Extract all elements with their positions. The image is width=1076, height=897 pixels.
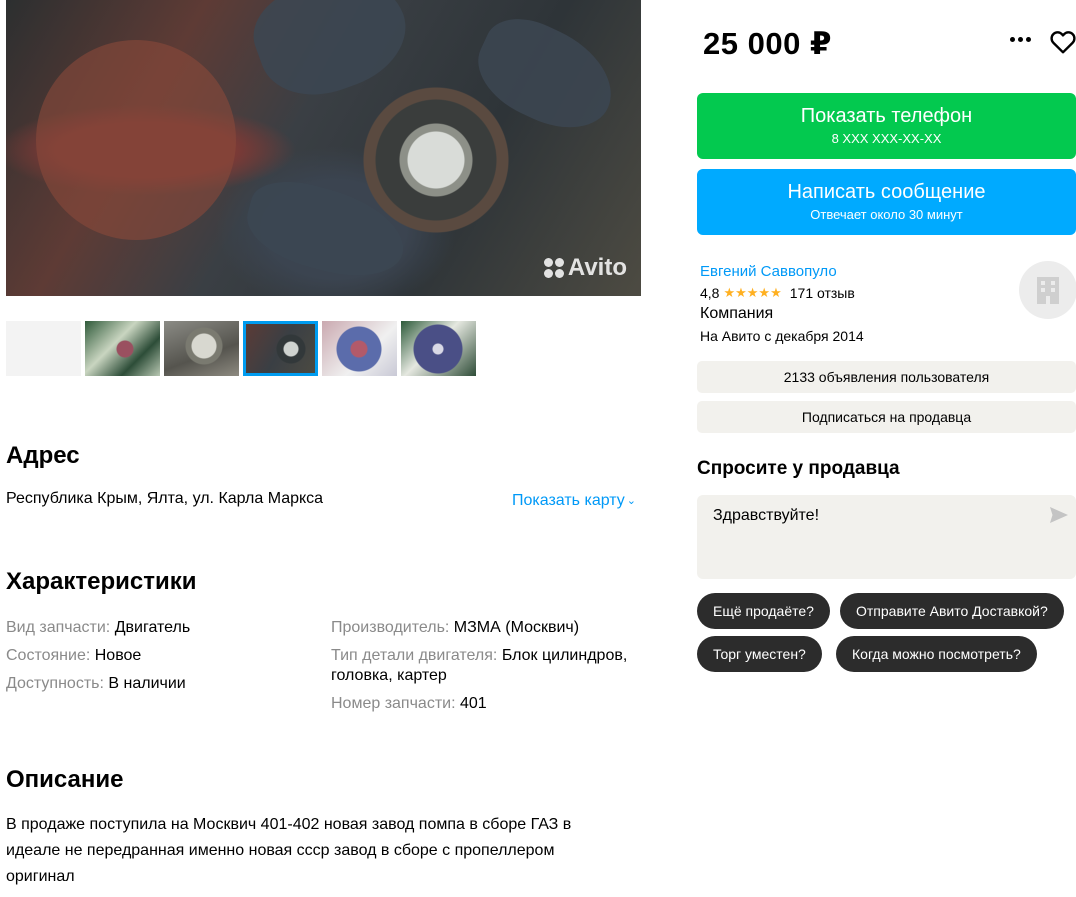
- characteristic-value: В наличии: [108, 675, 186, 692]
- send-icon[interactable]: [1049, 506, 1069, 524]
- favorite-heart-icon[interactable]: [1050, 30, 1076, 54]
- characteristic-row: Производитель: МЗМА (Москвич): [331, 614, 651, 642]
- seller-rating: 4,8 ★★★★★ 171 отзыв: [700, 285, 855, 301]
- characteristic-key: Производитель:: [331, 619, 450, 636]
- characteristic-row: Вид запчасти: Двигатель: [6, 614, 316, 642]
- characteristic-row: Тип детали двигателя: Блок цилиндров, го…: [331, 642, 651, 690]
- user-ads-button[interactable]: 2133 объявления пользователя: [697, 361, 1076, 393]
- write-message-button[interactable]: Написать сообщение Отвечает около 30 мин…: [697, 169, 1076, 235]
- characteristics-heading: Характеристики: [6, 568, 197, 595]
- seller-avatar[interactable]: [1019, 261, 1076, 319]
- address-heading: Адрес: [6, 442, 80, 469]
- characteristic-key: Доступность:: [6, 675, 104, 692]
- characteristic-row: Состояние: Новое: [6, 642, 316, 670]
- photo-detail: [463, 4, 629, 146]
- quick-reply-chip[interactable]: Ещё продаёте?: [697, 593, 830, 629]
- photo-detail: [238, 170, 414, 290]
- masked-phone: 8 XXX XXX-XX-XX: [831, 131, 942, 146]
- characteristic-value: Двигатель: [114, 619, 191, 636]
- write-message-label: Написать сообщение: [787, 181, 986, 203]
- description-text: В продаже поступила на Москвич 401-402 н…: [6, 816, 572, 885]
- thumbnail[interactable]: [401, 321, 476, 376]
- quick-reply-chip[interactable]: Отправите Авито Доставкой?: [840, 593, 1064, 629]
- quick-reply-chip[interactable]: Когда можно посмотреть?: [836, 636, 1037, 672]
- quick-reply-chip[interactable]: Торг уместен?: [697, 636, 822, 672]
- thumbnail[interactable]: [6, 321, 81, 376]
- characteristic-key: Состояние:: [6, 647, 91, 664]
- building-icon: [1037, 277, 1059, 304]
- price: 25 000 ₽: [703, 26, 832, 61]
- characteristic-value: 401: [460, 695, 487, 712]
- seller-type: Компания: [700, 305, 774, 322]
- response-time: Отвечает около 30 минут: [810, 207, 963, 222]
- thumbnail[interactable]: [322, 321, 397, 376]
- seller-since: На Авито с декабря 2014: [700, 328, 864, 344]
- avito-watermark: Avito: [543, 254, 627, 282]
- characteristic-row: Доступность: В наличии: [6, 670, 316, 698]
- address-text: Республика Крым, Ялта, ул. Карла Маркса: [6, 490, 324, 507]
- rating-value: 4,8: [700, 285, 720, 301]
- characteristic-row: Номер запчасти: 401: [331, 690, 651, 718]
- photo-detail: [241, 0, 421, 113]
- ask-seller-heading: Спросите у продавца: [697, 458, 900, 479]
- characteristics-col-1: Вид запчасти: Двигатель Состояние: Новое…: [6, 614, 316, 698]
- reviews-count[interactable]: 171 отзыв: [790, 285, 855, 301]
- avito-logo-icon: [543, 258, 564, 278]
- characteristic-key: Номер запчасти:: [331, 695, 456, 712]
- characteristic-key: Тип детали двигателя:: [331, 647, 498, 664]
- photo-detail: [36, 40, 236, 240]
- seller-name-link[interactable]: Евгений Саввопуло: [700, 263, 837, 280]
- rating-stars-icon: ★★★★★: [723, 285, 782, 300]
- characteristic-value: Новое: [94, 647, 142, 664]
- characteristics-col-2: Производитель: МЗМА (Москвич) Тип детали…: [331, 614, 651, 718]
- thumbnail[interactable]: [85, 321, 160, 376]
- message-input[interactable]: Здравствуйте!: [697, 495, 1076, 579]
- show-map-label: Показать карту: [512, 492, 625, 509]
- chevron-down-icon: ⌄: [626, 494, 636, 507]
- show-phone-label: Показать телефон: [800, 105, 973, 127]
- characteristic-key: Вид запчасти:: [6, 619, 111, 636]
- thumbnail-active[interactable]: [243, 321, 318, 376]
- characteristic-value: МЗМА (Москвич): [453, 619, 580, 636]
- show-map-link[interactable]: Показать карту ⌄: [512, 492, 636, 510]
- more-options-icon[interactable]: [1010, 37, 1031, 42]
- thumbnail-strip: [6, 321, 476, 376]
- thumbnail[interactable]: [164, 321, 239, 376]
- show-phone-button[interactable]: Показать телефон 8 XXX XXX-XX-XX: [697, 93, 1076, 159]
- watermark-text: Avito: [567, 254, 627, 281]
- subscribe-button[interactable]: Подписаться на продавца: [697, 401, 1076, 433]
- description-heading: Описание: [6, 766, 124, 793]
- main-photo[interactable]: Avito: [6, 0, 641, 296]
